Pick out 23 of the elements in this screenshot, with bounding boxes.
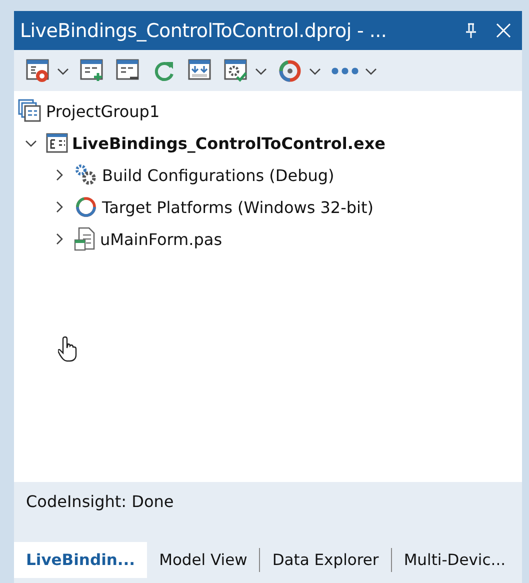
platform-ring-icon bbox=[74, 195, 98, 219]
add-project-icon bbox=[79, 58, 105, 84]
project-icon bbox=[46, 132, 68, 154]
project-target-icon bbox=[25, 58, 51, 84]
tree-item[interactable]: LiveBindings_ControlToControl.exe bbox=[72, 134, 386, 152]
close-icon bbox=[496, 23, 510, 38]
window-title: LiveBindings_ControlToControl.dproj - ... bbox=[20, 20, 388, 42]
tab[interactable]: Model View bbox=[147, 542, 260, 578]
gears-icon bbox=[74, 163, 98, 187]
tree-item[interactable]: uMainForm.pas bbox=[100, 230, 222, 248]
status-text: CodeInsight: Done bbox=[26, 492, 175, 511]
unit-file-icon bbox=[74, 227, 96, 251]
project-group-icon bbox=[18, 99, 42, 123]
tree-item[interactable]: Build Configurations (Debug) bbox=[102, 166, 334, 184]
platform-ring-icon bbox=[277, 58, 303, 84]
tab[interactable]: Multi-Devic... bbox=[392, 542, 518, 578]
build-check-icon bbox=[223, 58, 249, 84]
more-icon bbox=[331, 66, 359, 74]
tree-item[interactable]: ProjectGroup1 bbox=[46, 102, 160, 120]
tab[interactable]: LiveBindin... bbox=[14, 542, 148, 578]
pin-icon bbox=[465, 22, 477, 38]
tab[interactable]: Data Explorer bbox=[260, 542, 391, 578]
tree-item[interactable]: Target Platforms (Windows 32-bit) bbox=[102, 198, 374, 216]
